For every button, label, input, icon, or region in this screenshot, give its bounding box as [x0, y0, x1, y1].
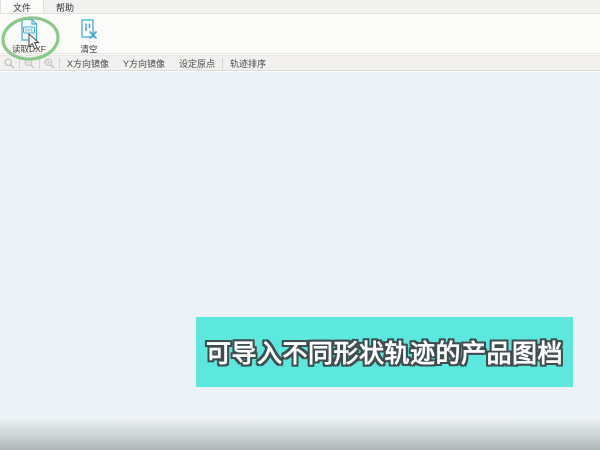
zoom-in-icon[interactable] — [40, 58, 59, 69]
read-dxf-button[interactable]: DXF 读取DXF — [6, 18, 52, 55]
clear-label: 清空 — [80, 43, 97, 55]
dxf-document-icon: DXF — [18, 18, 40, 42]
svg-text:DXF: DXF — [25, 28, 34, 33]
caption-banner: 可导入不同形状轨迹的产品图档 — [196, 317, 573, 387]
trajectory-sort-button[interactable]: 轨迹排序 — [223, 57, 273, 70]
mirror-y-button[interactable]: Y方向镜像 — [116, 57, 172, 70]
clear-button[interactable]: 清空 — [66, 18, 112, 55]
set-origin-button[interactable]: 设定原点 — [172, 57, 222, 70]
menu-bar: 文件 帮助 — [0, 0, 600, 14]
caption-text: 可导入不同形状轨迹的产品图档 — [206, 334, 563, 370]
app-window: 文件 帮助 DXF 读取DXF 清空 — [0, 0, 600, 450]
status-gradient-bar — [0, 418, 600, 450]
clear-icon — [79, 18, 99, 42]
menu-tab-file[interactable]: 文件 — [0, 0, 44, 13]
ribbon-toolbar: DXF 读取DXF 清空 — [0, 15, 600, 54]
menu-tab-help[interactable]: 帮助 — [44, 0, 86, 13]
secondary-toolbar: X方向镜像 Y方向镜像 设定原点 轨迹排序 — [0, 55, 600, 71]
zoom-out-icon[interactable] — [20, 58, 39, 69]
mirror-x-button[interactable]: X方向镜像 — [60, 57, 116, 70]
drawing-canvas[interactable] — [0, 72, 600, 450]
read-dxf-label: 读取DXF — [12, 43, 46, 55]
zoom-icon[interactable] — [0, 58, 19, 69]
